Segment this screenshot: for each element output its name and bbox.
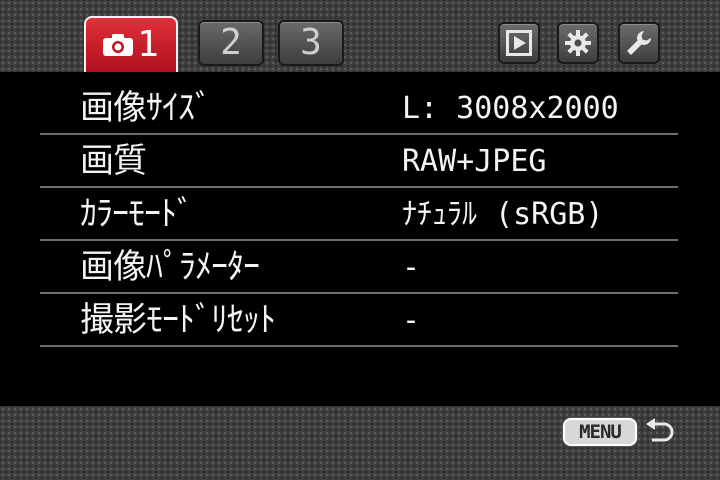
row-value: ﾅﾁｭﾗﾙ (sRGB) — [402, 197, 604, 232]
menu-list: 画像ｻｲｽﾞ L: 3008x2000 画質 RAW+JPEG ｶﾗｰﾓｰﾄﾞ … — [40, 82, 678, 347]
menu-button[interactable]: MENU — [563, 418, 637, 446]
top-tab-bar: 1 2 3 — [0, 0, 720, 72]
playback-tab-button[interactable] — [498, 22, 540, 64]
tab-shooting-2[interactable]: 2 — [198, 20, 264, 66]
tab-shooting-3[interactable]: 3 — [278, 20, 344, 66]
menu-row-image-parameters[interactable]: 画像ﾊﾟﾗﾒｰﾀｰ - — [40, 241, 678, 294]
camera-icon — [103, 34, 134, 56]
row-label: 画質 — [80, 141, 147, 181]
tab-shooting-1[interactable]: 1 — [84, 16, 178, 72]
row-label: 画像ｻｲｽﾞ — [80, 88, 212, 128]
menu-row-shooting-mode-reset[interactable]: 撮影ﾓｰﾄﾞﾘｾｯﾄ - — [40, 294, 678, 347]
return-arrow-icon[interactable] — [644, 418, 676, 446]
row-label: 画像ﾊﾟﾗﾒｰﾀｰ — [80, 247, 260, 287]
menu-row-image-quality[interactable]: 画質 RAW+JPEG — [40, 135, 678, 188]
settings-gear-icon — [565, 30, 591, 56]
playback-icon — [506, 30, 532, 56]
row-label: ｶﾗｰﾓｰﾄﾞ — [80, 194, 194, 234]
row-value: - — [402, 303, 421, 338]
tab-label: 2 — [220, 22, 242, 63]
row-value: RAW+JPEG — [402, 144, 547, 179]
row-value: L: 3008x2000 — [402, 91, 619, 126]
settings-tab-button[interactable] — [557, 22, 599, 64]
menu-row-color-mode[interactable]: ｶﾗｰﾓｰﾄﾞ ﾅﾁｭﾗﾙ (sRGB) — [40, 188, 678, 241]
camera-menu-screen: 1 2 3 画像ｻｲｽﾞ L: 3008x2000 画質 RAW+JPEG ｶﾗ… — [0, 0, 720, 480]
row-value: - — [402, 250, 421, 285]
row-label: 撮影ﾓｰﾄﾞﾘｾｯﾄ — [80, 300, 276, 340]
menu-row-image-size[interactable]: 画像ｻｲｽﾞ L: 3008x2000 — [40, 82, 678, 135]
wrench-icon — [627, 31, 651, 55]
setup-tab-button[interactable] — [618, 22, 660, 64]
tab-label: 3 — [300, 22, 322, 63]
tab-label: 1 — [137, 24, 159, 65]
